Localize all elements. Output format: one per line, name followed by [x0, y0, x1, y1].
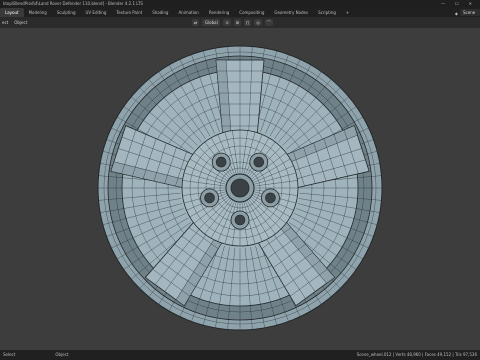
lug-nut — [200, 188, 219, 208]
tab-animation[interactable]: Animation — [173, 8, 203, 17]
scene-statistics: Scene_wheel.012 | Verts 48,960 | Faces 4… — [356, 352, 477, 357]
lug-nut — [249, 152, 269, 172]
wheel-model — [97, 45, 383, 331]
lug-nut — [211, 152, 231, 172]
3d-viewport[interactable] — [0, 28, 480, 350]
tab-modeling[interactable]: Modeling — [24, 8, 52, 17]
viewport-header-menus: ect Object — [2, 17, 27, 28]
lug-nut — [230, 210, 250, 230]
status-object-hint: Object — [55, 352, 69, 357]
snap-icon[interactable]: ⊞ — [233, 19, 242, 26]
magnet-icon[interactable]: ⋂ — [244, 19, 252, 26]
falloff-icon[interactable]: ⌒ — [264, 19, 273, 26]
tab-texture-paint[interactable]: Texture Paint — [111, 8, 147, 17]
proportional-icon[interactable]: ◎ — [254, 19, 262, 26]
window-controls: — ☐ ✕ — [441, 0, 472, 8]
tab-layout[interactable]: Layout — [0, 8, 24, 17]
pivot-icon[interactable]: ⊙ — [223, 19, 231, 26]
transform-toolbar: ⇄ Global ⊙ ⊞ ⋂ ◎ ⌒ — [192, 19, 273, 26]
tab-rendering[interactable]: Rendering — [204, 8, 234, 17]
tab-compositing[interactable]: Compositing — [234, 8, 269, 17]
workspace-tabs-bar: Layout Modeling Sculpting UV Editing Tex… — [0, 8, 480, 17]
viewport-header: ect Object ⇄ Global ⊙ ⊞ ⋂ ◎ ⌒ — [0, 17, 480, 28]
tab-geometry-nodes[interactable]: Geometry Nodes — [269, 8, 313, 17]
lug-nut — [261, 188, 280, 208]
tab-shading[interactable]: Shading — [147, 8, 173, 17]
tab-scripting[interactable]: Scripting — [313, 8, 341, 17]
window-title: ktop\BlendProd\4\Land Rover Defender 110… — [3, 1, 143, 6]
select-menu[interactable]: ect — [2, 17, 8, 28]
status-bar: Select Object Scene_wheel.012 | Verts 48… — [0, 350, 480, 360]
close-button[interactable]: ✕ — [469, 0, 472, 8]
global-orientation-icon[interactable]: ⇄ — [192, 19, 200, 26]
scene-icon: ◈ — [454, 11, 458, 16]
tab-uv-editing[interactable]: UV Editing — [81, 8, 112, 17]
title-bar: ktop\BlendProd\4\Land Rover Defender 110… — [0, 0, 480, 8]
tab-sculpting[interactable]: Sculpting — [52, 8, 81, 17]
maximize-button[interactable]: ☐ — [455, 0, 459, 8]
object-menu[interactable]: Object — [14, 17, 27, 28]
workspace-tabs: Layout Modeling Sculpting UV Editing Tex… — [0, 8, 354, 17]
status-select-hint: Select — [3, 352, 16, 357]
center-bore-hole — [230, 178, 250, 198]
add-workspace-button[interactable]: + — [341, 8, 354, 17]
scene-selector[interactable]: Scene — [460, 9, 480, 16]
transform-orientation-dropdown[interactable]: Global — [202, 19, 221, 26]
minimize-button[interactable]: — — [441, 0, 445, 8]
